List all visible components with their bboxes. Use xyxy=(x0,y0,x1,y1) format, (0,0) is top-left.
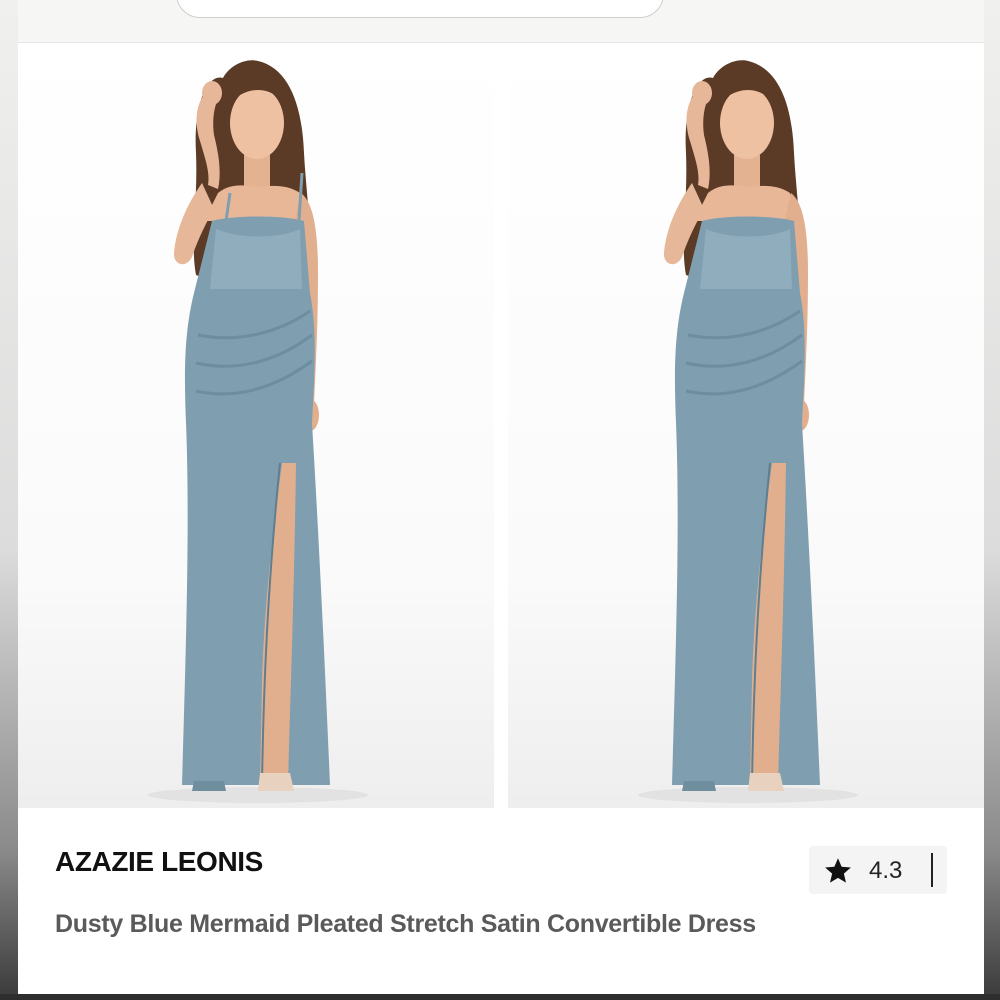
rating-value: 4.3 xyxy=(869,857,903,884)
frame-left-edge xyxy=(0,0,18,1000)
model-figure-1 xyxy=(148,60,368,803)
product-info: AZAZIE LEONIS Dusty Blue Mermaid Pleated… xyxy=(18,808,984,994)
top-bar xyxy=(18,0,984,43)
rating-divider xyxy=(931,853,933,887)
search-bar[interactable] xyxy=(176,0,664,18)
model-figure-2 xyxy=(638,60,858,803)
frame-right-edge xyxy=(984,0,1000,1000)
frame-bottom-edge xyxy=(0,994,1000,1000)
brand-name[interactable]: AZAZIE LEONIS xyxy=(55,846,263,878)
rating-badge[interactable]: 4.3 xyxy=(809,846,947,894)
product-gallery xyxy=(18,43,984,808)
star-icon xyxy=(825,858,851,883)
product-image-strapless[interactable] xyxy=(508,43,984,808)
product-title[interactable]: Dusty Blue Mermaid Pleated Stretch Satin… xyxy=(55,904,775,944)
product-image-with-straps[interactable] xyxy=(18,43,494,808)
